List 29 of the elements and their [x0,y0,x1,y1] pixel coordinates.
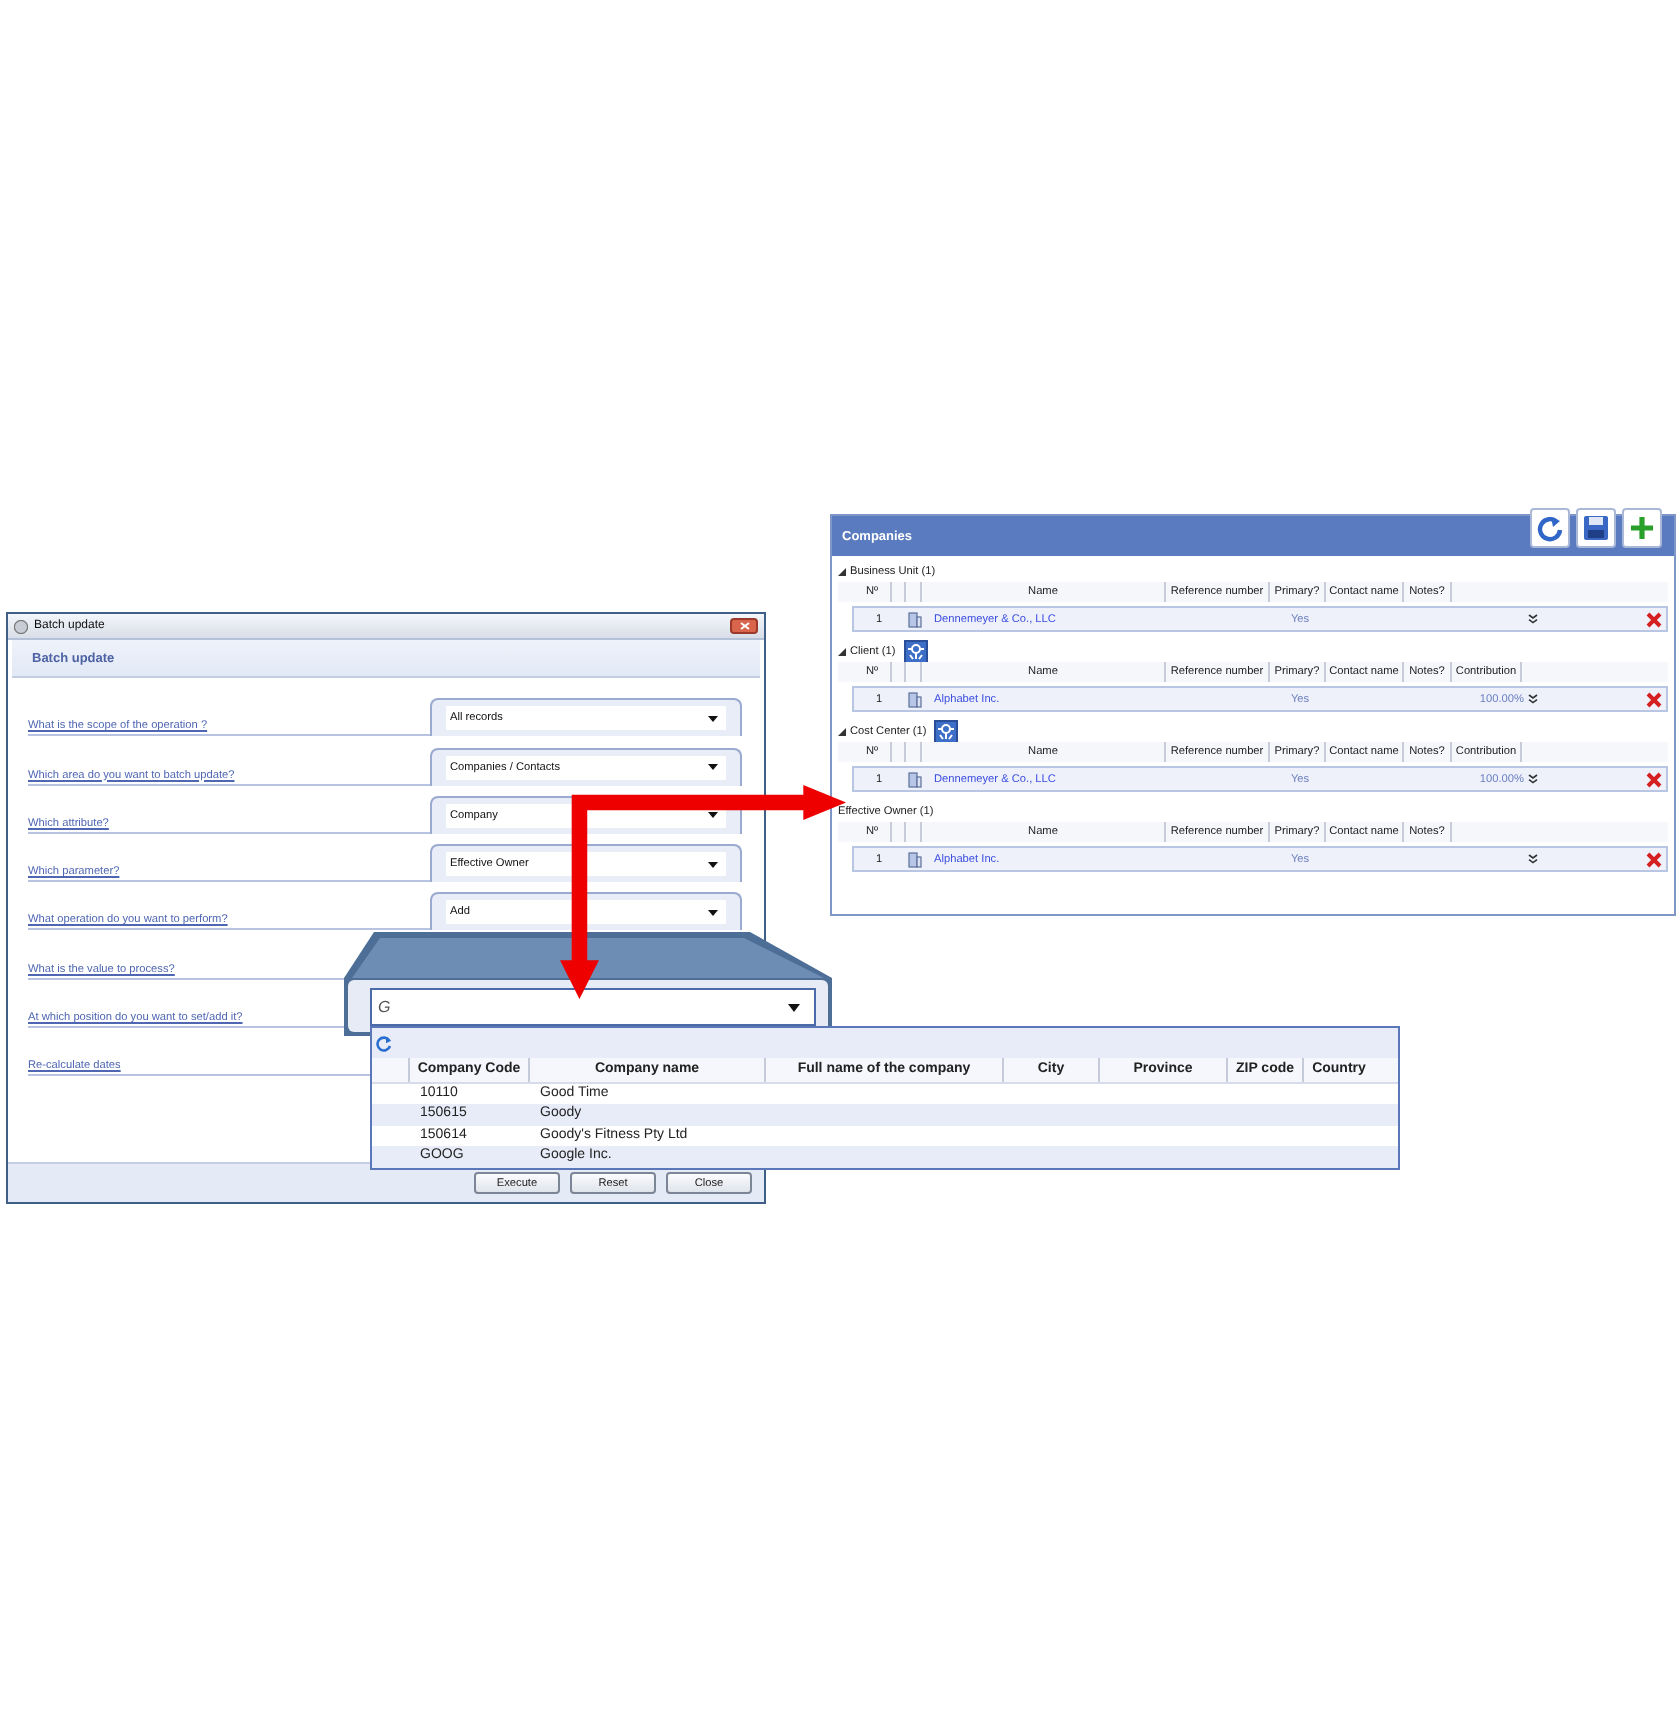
double-chevron-icon[interactable] [1527,774,1537,784]
building-icon [908,771,922,787]
plus-icon [1628,514,1656,542]
caret-icon [708,715,718,722]
refresh-icon[interactable] [376,1035,392,1051]
refresh-icon [1536,514,1564,542]
assign-button[interactable] [934,720,959,744]
globe-icon [14,619,28,633]
double-chevron-icon[interactable] [1527,614,1537,624]
refresh-button[interactable] [1530,508,1570,548]
close-button[interactable] [730,618,758,634]
caret-icon [708,861,718,868]
search-field[interactable]: G [370,988,816,1026]
save-button[interactable] [1576,508,1616,548]
building-icon [908,851,922,867]
double-chevron-icon[interactable] [1527,854,1537,864]
delete-icon[interactable] [1646,851,1662,867]
delete-icon[interactable] [1646,611,1662,627]
close-icon [739,622,749,630]
caret-icon [708,764,718,771]
caret-icon [788,1003,800,1011]
building-icon [908,611,922,627]
caret-icon [708,909,718,916]
assign-button[interactable] [903,640,928,664]
building-icon [908,691,922,707]
double-chevron-icon[interactable] [1527,694,1537,704]
caret-icon [708,812,718,819]
delete-icon[interactable] [1646,771,1662,787]
delete-icon[interactable] [1646,691,1662,707]
